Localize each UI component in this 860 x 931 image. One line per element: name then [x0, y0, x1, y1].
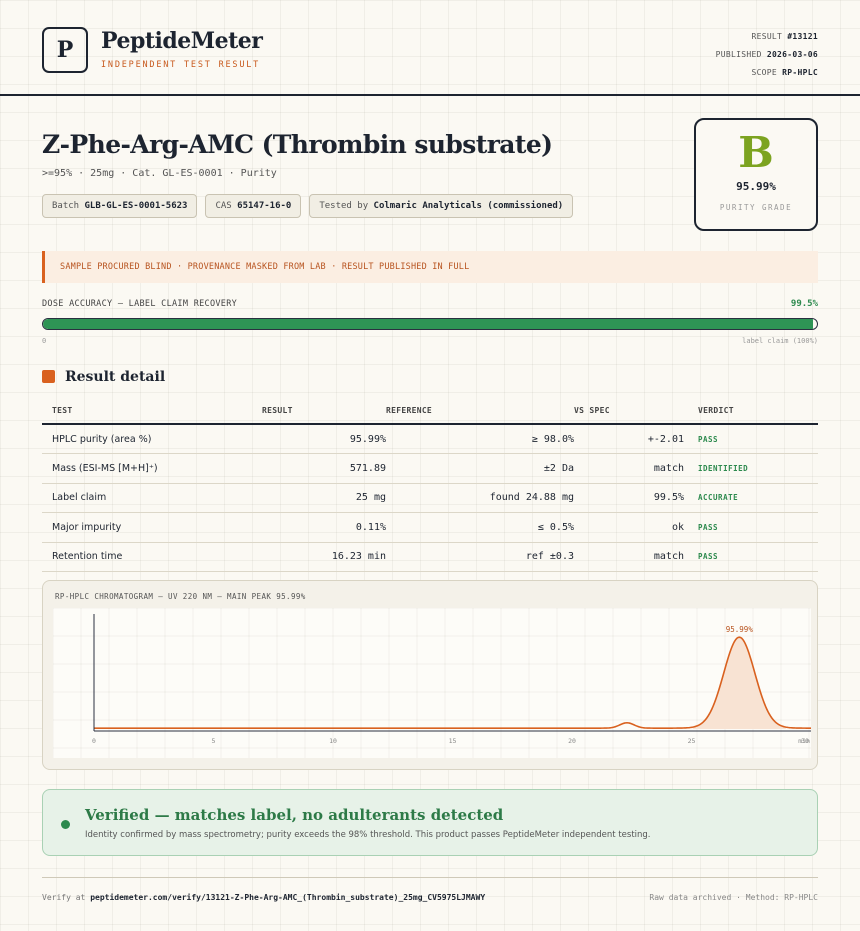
batch-chip: Batch GLB-GL-ES-0001-5623 — [42, 194, 198, 218]
result-id: RESULT #13121 — [751, 32, 818, 41]
grade-label: PURITY GRADE — [719, 203, 793, 212]
chromatogram-title: RP-HPLC CHROMATOGRAM — UV 220 NM — MAIN … — [55, 592, 306, 601]
result-table: TEST RESULT REFERENCE VS SPEC VERDICT HP… — [42, 398, 818, 572]
section-title: Result detail — [65, 369, 166, 385]
table-row: Retention time 16.23 min ref ±0.3 match PASS — [42, 542, 818, 572]
blind-sample-notice: SAMPLE PROCURED BLIND · PROVENANCE MASKE… — [42, 251, 818, 283]
col-vs-spec: VS SPEC — [574, 398, 684, 425]
vs-spec-cell: +-2.01 — [574, 424, 684, 454]
verify-url[interactable]: peptidemeter.com/verify/13121-Z-Phe-Arg-… — [90, 893, 485, 902]
chromatogram-svg: 0 5 10 15 20 25 30min95.99% — [52, 607, 811, 758]
test-cell: HPLC purity (area %) — [42, 424, 262, 454]
grade-letter: B — [738, 128, 774, 177]
dose-accuracy-value: 99.5% — [790, 299, 818, 309]
x-tick-label: 20 — [568, 737, 576, 745]
table-row: Label claim 25 mg found 24.88 mg 99.5% ACCUR… — [42, 483, 818, 513]
x-axis-unit: min — [798, 737, 810, 745]
vs-spec-cell: 99.5% — [574, 483, 684, 513]
brand-tagline: INDEPENDENT TEST RESULT — [101, 60, 261, 70]
table-row: Major impurity 0.11% ≤ 0.5% ok PASS — [42, 512, 818, 543]
report-header: P PeptideMeter INDEPENDENT TEST RESULT R… — [0, 0, 860, 96]
verdict-cell: ACCURATE — [684, 483, 818, 513]
section-marker-icon — [42, 370, 55, 383]
x-tick-label: 5 — [212, 737, 216, 745]
test-cell: Label claim — [42, 483, 262, 513]
product-title: Z-Phe-Arg-AMC (Thrombin substrate) — [42, 130, 553, 159]
result-cell: 0.11% — [262, 512, 386, 543]
chromatogram-panel: RP-HPLC CHROMATOGRAM — UV 220 NM — MAIN … — [42, 580, 818, 770]
reference-cell: ±2 Da — [386, 453, 574, 484]
purity-grade-card: B 95.99% PURITY GRADE — [694, 118, 818, 231]
result-cell: 571.89 — [262, 453, 386, 484]
published-date: PUBLISHED 2026-03-06 — [715, 50, 818, 59]
main-peak-fill — [692, 637, 786, 729]
test-cell: Retention time — [42, 542, 262, 572]
reference-cell: ref ±0.3 — [386, 542, 574, 572]
col-reference: REFERENCE — [386, 398, 574, 425]
report-meta: RESULT #13121 PUBLISHED 2026-03-06 SCOPE… — [716, 28, 818, 82]
verified-dot-icon — [61, 820, 70, 829]
reference-cell: ≥ 98.0% — [386, 424, 574, 454]
footer-method: Raw data archived · Method: RP-HPLC — [649, 893, 818, 902]
dose-accuracy-fill — [43, 319, 814, 329]
product-chips: Batch GLB-GL-ES-0001-5623 CAS 65147-16-0… — [42, 194, 574, 218]
x-tick-label: 10 — [329, 737, 337, 745]
grade-value: 95.99% — [736, 180, 776, 193]
test-cell: Major impurity — [42, 512, 262, 543]
verdict-cell: PASS — [684, 424, 818, 454]
verdict-cell: PASS — [684, 542, 818, 572]
x-tick-label: 0 — [92, 737, 96, 745]
verify-link-line: Verify at peptidemeter.com/verify/13121-… — [42, 893, 486, 902]
col-test: TEST — [42, 398, 262, 425]
vs-spec-cell: match — [574, 453, 684, 484]
chromatogram-trace — [94, 636, 811, 729]
result-cell: 16.23 min — [262, 542, 386, 572]
verdict-cell: PASS — [684, 512, 818, 543]
dose-accuracy-label: DOSE ACCURACY — LABEL CLAIM RECOVERY — [42, 299, 238, 309]
result-cell: 95.99% — [262, 424, 386, 454]
reference-cell: ≤ 0.5% — [386, 512, 574, 543]
tested-by-chip: Tested by Colmaric Analyticals (commissi… — [309, 194, 574, 218]
dose-accuracy-bar — [42, 318, 818, 330]
table-row: Mass (ESI-MS [M+H]⁺) 571.89 ±2 Da match IDEN… — [42, 453, 818, 484]
cas-chip: CAS 65147-16-0 — [205, 194, 302, 218]
chromatogram-plot: 0 5 10 15 20 25 30 min 95.99% — [52, 607, 811, 758]
brand-name: PeptideMeter — [101, 28, 263, 54]
x-tick-label: 25 — [688, 737, 696, 745]
footer-divider — [42, 877, 818, 878]
result-cell: 25 mg — [262, 483, 386, 513]
logo: P — [42, 27, 88, 73]
dose-bar-max: label claim (100%) — [742, 337, 818, 345]
table-header-row: TEST RESULT REFERENCE VS SPEC VERDICT — [42, 398, 818, 425]
main-peak-label: 95.99% — [726, 625, 754, 634]
dose-bar-min: 0 — [42, 337, 47, 345]
col-verdict: VERDICT — [684, 398, 818, 425]
vs-spec-cell: ok — [574, 512, 684, 543]
verdict-cell: IDENTIFIED — [684, 453, 818, 484]
product-subtitle: >=95% · 25mg · Cat. GL-ES-0001 · Purity — [42, 168, 277, 179]
x-tick-label: 15 — [449, 737, 457, 745]
test-cell: Mass (ESI-MS [M+H]⁺) — [42, 453, 262, 484]
verified-title: Verified — matches label, no adulterants… — [85, 806, 504, 824]
reference-cell: found 24.88 mg — [386, 483, 574, 513]
vs-spec-cell: match — [574, 542, 684, 572]
table-row: HPLC purity (area %) 95.99% ≥ 98.0% +-2.01 P… — [42, 424, 818, 454]
col-result: RESULT — [262, 398, 386, 425]
scope: SCOPE RP-HPLC — [751, 68, 818, 77]
verified-banner: Verified — matches label, no adulterants… — [42, 789, 818, 856]
verified-subtitle: Identity confirmed by mass spectrometry;… — [85, 830, 651, 840]
